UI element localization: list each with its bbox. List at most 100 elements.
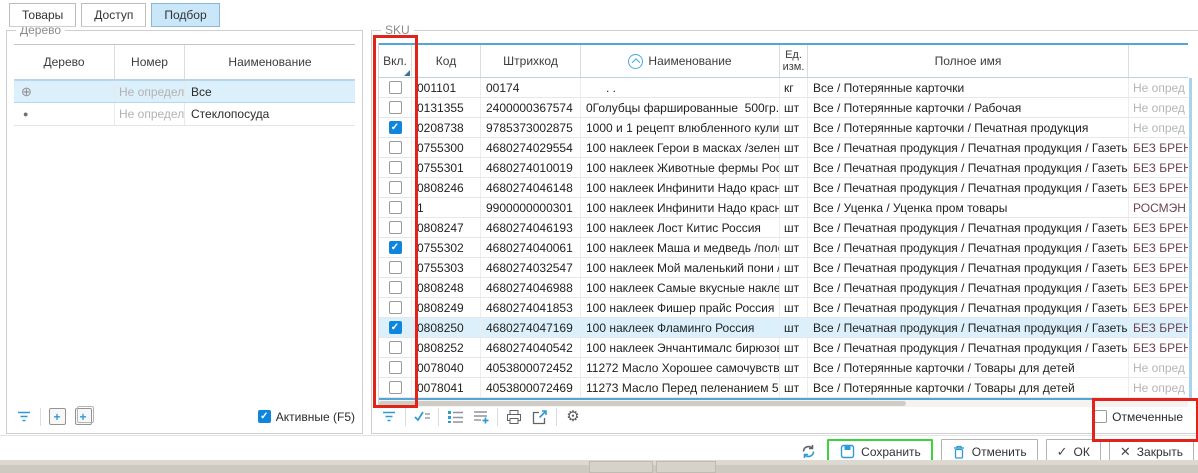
cell-barcode: 4680274040542	[481, 338, 581, 357]
taskbar-item	[589, 461, 653, 473]
sku-row[interactable]: 07553024680274040061100 наклеек Маша и м…	[379, 238, 1188, 258]
cell-unit: шт	[780, 338, 808, 357]
cell-unit: шт	[780, 158, 808, 177]
numbered-list-icon[interactable]	[445, 407, 465, 427]
cell-barcode: 4680274040061	[481, 238, 581, 257]
row-include-checkbox[interactable]	[389, 301, 402, 314]
print-icon[interactable]	[504, 407, 524, 427]
cell-barcode: 4680274046193	[481, 218, 581, 237]
cell-name: 1000 и 1 рецепт влюбленного кулина	[581, 118, 780, 137]
row-include-checkbox[interactable]	[389, 141, 402, 154]
expand-icon[interactable]: ⊕	[21, 85, 32, 98]
tree-cell-number: Не определен	[115, 81, 185, 102]
col-header-code[interactable]: Код	[412, 45, 481, 77]
settings-gear-icon[interactable]: ⚙	[563, 407, 583, 427]
cell-unit: шт	[780, 178, 808, 197]
cell-unit: шт	[780, 98, 808, 117]
tree-col-header-number[interactable]: Номер	[115, 45, 185, 79]
tab-tovary[interactable]: Товары	[9, 3, 76, 27]
col-header-unit[interactable]: Ед. изм.	[780, 45, 808, 77]
col-header-check[interactable]: Вкл.	[379, 45, 412, 77]
tree-row[interactable]: ⊕Не определенВсе	[14, 80, 355, 103]
sku-footer-toolbar: ⚙ Отмеченные	[379, 405, 1191, 428]
add-items-icon[interactable]: +	[73, 407, 93, 427]
row-include-checkbox[interactable]	[389, 201, 402, 214]
sku-row[interactable]: 0078040405380007245211272 Масло Хорошее …	[379, 358, 1188, 378]
tree-col-header-name[interactable]: Наименование	[185, 45, 355, 79]
row-include-checkbox[interactable]	[389, 121, 402, 134]
cell-code: 001101	[412, 78, 481, 97]
toolbar-divider	[497, 408, 498, 426]
row-include-checkbox[interactable]	[389, 221, 402, 234]
col-header-fullname[interactable]: Полное имя	[808, 45, 1129, 77]
export-icon[interactable]	[530, 407, 550, 427]
sku-row[interactable]: 08082474680274046193100 наклеек Лост Кит…	[379, 218, 1188, 238]
cell-barcode: 4680274032547	[481, 258, 581, 277]
active-checkbox[interactable]	[258, 410, 271, 423]
sku-row[interactable]: 08082524680274040542100 наклеек Энчантим…	[379, 338, 1188, 358]
check-list-icon[interactable]	[412, 407, 432, 427]
sku-row[interactable]: 08082504680274047169100 наклеек Фламинго…	[379, 318, 1188, 338]
sku-row[interactable]: 07553004680274029554100 наклеек Герои в …	[379, 138, 1188, 158]
cell-brand: Не опред	[1129, 118, 1188, 137]
col-header-name[interactable]: Наименование	[581, 45, 780, 77]
cell-barcode: 4680274046148	[481, 178, 581, 197]
col-header-barcode[interactable]: Штрихкод	[481, 45, 581, 77]
row-include-checkbox[interactable]	[389, 321, 402, 334]
marked-filter-toggle[interactable]: Отмеченные	[1094, 410, 1183, 424]
sku-row[interactable]: 020873897853730028751000 и 1 рецепт влюб…	[379, 118, 1188, 138]
cell-name: 100 наклеек Инфинити Надо красная	[581, 198, 780, 217]
sku-table: Вкл. Код Штрихкод Наименование Ед. изм. …	[378, 43, 1188, 407]
vertical-scrollbar[interactable]	[1189, 78, 1192, 399]
tab-podbor[interactable]: Подбор	[151, 3, 219, 27]
marked-checkbox[interactable]	[1094, 410, 1107, 423]
add-to-list-icon[interactable]	[471, 407, 491, 427]
sku-row[interactable]: 19900000000301100 наклеек Инфинити Надо …	[379, 198, 1188, 218]
active-filter-toggle[interactable]: Активные (F5)	[258, 410, 355, 424]
row-include-checkbox[interactable]	[389, 361, 402, 374]
row-include-checkbox[interactable]	[389, 341, 402, 354]
sku-row[interactable]: 00110100174 . .кгВсе / Потерянные карточ…	[379, 78, 1188, 98]
taskbar-item	[656, 461, 716, 473]
row-include-checkbox[interactable]	[389, 261, 402, 274]
sku-row[interactable]: 08082484680274046988100 наклеек Самые вк…	[379, 278, 1188, 298]
sku-row[interactable]: 013135524000003675740Голубцы фаршированн…	[379, 98, 1188, 118]
cell-brand: БЕЗ БРЕН,	[1129, 178, 1188, 197]
cell-fullname: Все / Потерянные карточки / Рабочая	[808, 98, 1129, 117]
row-include-checkbox[interactable]	[389, 161, 402, 174]
sku-row[interactable]: 07553014680274010019100 наклеек Животные…	[379, 158, 1188, 178]
sku-row[interactable]: 0078041405380007246911273 Масло Перед пе…	[379, 378, 1188, 398]
cell-barcode: 2400000367574	[481, 98, 581, 117]
cell-brand: БЕЗ БРЕН,	[1129, 258, 1188, 277]
cell-code: 0808252	[412, 338, 481, 357]
tree-col-header-tree[interactable]: Дерево	[14, 45, 115, 79]
tree-row[interactable]: ●Не определенСтеклопосуда	[14, 103, 355, 126]
save-button-label: Сохранить	[861, 445, 921, 459]
cell-brand: БЕЗ БРЕН,	[1129, 318, 1188, 337]
sku-row[interactable]: 08082494680274041853100 наклеек Фишер пр…	[379, 298, 1188, 318]
cell-fullname: Все / Печатная продукция / Печатная прод…	[808, 218, 1129, 237]
marked-checkbox-label: Отмеченные	[1112, 410, 1183, 424]
cell-fullname: Все / Печатная продукция / Печатная прод…	[808, 178, 1129, 197]
footer-separator	[0, 435, 1198, 436]
row-include-checkbox[interactable]	[389, 381, 402, 394]
sku-row[interactable]: 08082464680274046148100 наклеек Инфинити…	[379, 178, 1188, 198]
cell-brand: Не опред	[1129, 378, 1188, 397]
col-header-brand[interactable]	[1129, 45, 1188, 77]
row-include-checkbox[interactable]	[389, 281, 402, 294]
row-include-checkbox[interactable]	[389, 181, 402, 194]
sku-row[interactable]: 07553034680274032547100 наклеек Мой мале…	[379, 258, 1188, 278]
filter-icon[interactable]	[379, 407, 399, 427]
cell-brand: БЕЗ БРЕН,	[1129, 278, 1188, 297]
row-include-checkbox[interactable]	[389, 81, 402, 94]
tab-dostup[interactable]: Доступ	[81, 3, 146, 27]
cell-unit: кг	[780, 78, 808, 97]
close-button-label: Закрыть	[1137, 445, 1183, 459]
row-include-checkbox[interactable]	[389, 101, 402, 114]
add-item-icon[interactable]: +	[47, 407, 67, 427]
cell-unit: шт	[780, 358, 808, 377]
toolbar-divider	[556, 408, 557, 426]
cancel-button-label: Отменить	[972, 445, 1027, 459]
filter-icon[interactable]	[14, 407, 34, 427]
row-include-checkbox[interactable]	[389, 241, 402, 254]
